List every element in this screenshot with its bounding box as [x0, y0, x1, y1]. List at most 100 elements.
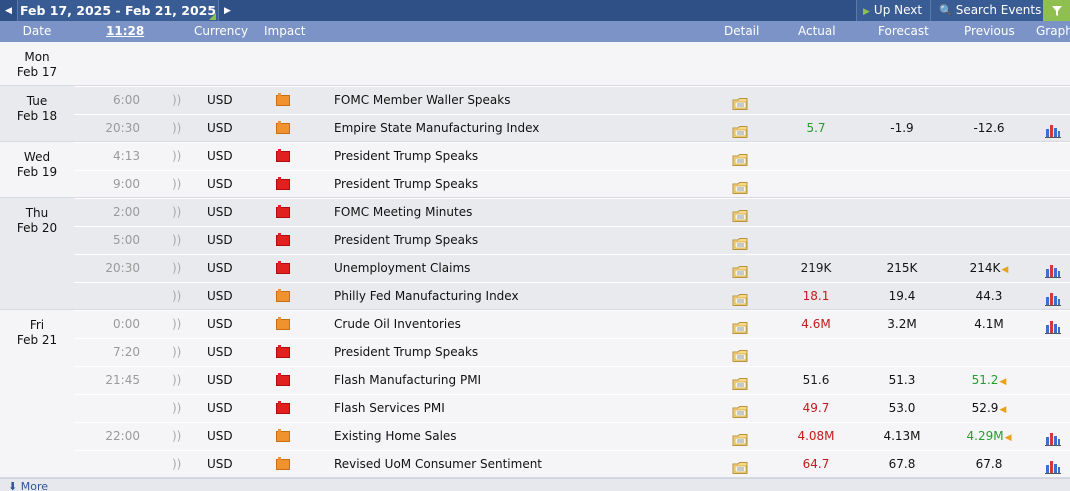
impact-folder-icon[interactable]	[276, 401, 290, 414]
up-next-button[interactable]: ▶ Up Next	[856, 0, 930, 21]
event-row[interactable]: 21:45)) USD Flash Manufacturing PMI 51.6 51.…	[74, 366, 1070, 394]
detail-folder-icon[interactable]	[732, 122, 749, 138]
sound-alert-icon[interactable]: ))	[172, 171, 184, 198]
column-actual: Actual	[798, 24, 836, 38]
impact-folder-icon[interactable]	[276, 345, 290, 358]
impact-folder-icon[interactable]	[276, 205, 290, 218]
sound-alert-icon[interactable]: ))	[172, 143, 184, 170]
sound-alert-icon[interactable]: ))	[172, 199, 184, 226]
detail-folder-icon[interactable]	[732, 150, 749, 166]
sound-alert-icon[interactable]: ))	[172, 115, 184, 142]
event-actual: 64.7	[802, 457, 830, 471]
bar-chart-icon[interactable]	[1045, 317, 1061, 334]
event-row[interactable]: 2:00)) USD FOMC Meeting Minutes	[74, 198, 1070, 226]
chevron-left-icon[interactable]: ◀	[0, 0, 18, 21]
event-row[interactable]: 22:00)) USD Existing Home Sales 4.08M 4.13M 4…	[74, 422, 1070, 450]
impact-folder-icon[interactable]	[276, 233, 290, 246]
event-currency: USD	[207, 373, 233, 387]
chevron-right-icon[interactable]: ▶	[218, 0, 236, 21]
bar-chart-icon[interactable]	[1045, 261, 1061, 278]
event-previous-cell: 4.29M◀	[956, 423, 1022, 452]
bar-chart-icon[interactable]	[1045, 429, 1061, 446]
event-row[interactable]: )) USD Flash Services PMI 49.7 53.0 52.9◀	[74, 394, 1070, 422]
detail-folder-icon[interactable]	[732, 402, 749, 418]
event-row[interactable]: 7:20)) USD President Trump Speaks	[74, 338, 1070, 366]
day-weekday: Wed	[23, 150, 51, 164]
detail-folder-icon[interactable]	[732, 318, 749, 334]
impact-folder-icon[interactable]	[276, 177, 290, 190]
event-title[interactable]: Flash Services PMI	[334, 395, 445, 422]
event-previous: 44.3	[975, 289, 1003, 303]
event-actual: 18.1	[802, 289, 830, 303]
detail-folder-icon[interactable]	[732, 234, 749, 250]
detail-folder-icon[interactable]	[732, 206, 749, 222]
event-title[interactable]: FOMC Meeting Minutes	[334, 199, 472, 226]
event-title[interactable]: Revised UoM Consumer Sentiment	[334, 451, 542, 478]
event-title[interactable]: Flash Manufacturing PMI	[334, 367, 481, 394]
event-row[interactable]: 6:00)) USD FOMC Member Waller Speaks	[74, 86, 1070, 114]
day-label: Mon Feb 17	[0, 42, 74, 80]
sound-alert-icon[interactable]: ))	[172, 227, 184, 254]
event-title[interactable]: Crude Oil Inventories	[334, 311, 461, 338]
event-title[interactable]: FOMC Member Waller Speaks	[334, 87, 511, 114]
event-row[interactable]: 20:30)) USD Empire State Manufacturing Ind…	[74, 114, 1070, 142]
more-link[interactable]: ⬇ More	[8, 480, 48, 491]
detail-folder-icon[interactable]	[732, 94, 749, 110]
detail-folder-icon[interactable]	[732, 458, 749, 474]
revised-arrow-icon: ◀	[999, 405, 1007, 415]
day-weekday: Fri	[29, 318, 45, 332]
event-row[interactable]: 20:30)) USD Unemployment Claims 219K 215K 214…	[74, 254, 1070, 282]
event-title[interactable]: President Trump Speaks	[334, 339, 478, 366]
event-row[interactable]: )) USD Philly Fed Manufacturing Index 18.1 1…	[74, 282, 1070, 310]
event-row[interactable]: 0:00)) USD Crude Oil Inventories 4.6M 3.2M 4.…	[74, 310, 1070, 338]
event-actual: 219K	[800, 261, 832, 275]
sound-alert-icon[interactable]: ))	[172, 395, 184, 422]
impact-folder-icon[interactable]	[276, 317, 290, 330]
event-currency: USD	[207, 345, 233, 359]
detail-folder-icon[interactable]	[732, 374, 749, 390]
event-title[interactable]: President Trump Speaks	[334, 171, 478, 198]
sound-alert-icon[interactable]: ))	[172, 283, 184, 310]
impact-folder-icon[interactable]	[276, 93, 290, 106]
detail-folder-icon[interactable]	[732, 290, 749, 306]
event-previous: 4.29M	[966, 429, 1004, 443]
sound-alert-icon[interactable]: ))	[172, 367, 184, 394]
bar-chart-icon[interactable]	[1045, 121, 1061, 138]
sound-alert-icon[interactable]: ))	[172, 423, 184, 450]
event-row[interactable]: 9:00)) USD President Trump Speaks	[74, 170, 1070, 198]
search-events-button[interactable]: 🔍 Search Events	[930, 0, 1043, 21]
impact-folder-icon[interactable]	[276, 121, 290, 134]
sound-alert-icon[interactable]: ))	[172, 339, 184, 366]
impact-folder-icon[interactable]	[276, 149, 290, 162]
impact-folder-icon[interactable]	[276, 289, 290, 302]
detail-folder-icon[interactable]	[732, 178, 749, 194]
impact-folder-icon[interactable]	[276, 261, 290, 274]
event-previous-cell: -12.6	[956, 115, 1022, 142]
event-title[interactable]: Empire State Manufacturing Index	[334, 115, 539, 142]
event-title[interactable]: Unemployment Claims	[334, 255, 470, 282]
detail-folder-icon[interactable]	[732, 346, 749, 362]
event-row[interactable]: 4:13)) USD President Trump Speaks	[74, 142, 1070, 170]
detail-folder-icon[interactable]	[732, 262, 749, 278]
current-time-link[interactable]: 11:28	[106, 21, 144, 42]
event-title[interactable]: Philly Fed Manufacturing Index	[334, 283, 519, 310]
date-range-label[interactable]: Feb 17, 2025 - Feb 21, 2025	[18, 0, 218, 21]
sound-alert-icon[interactable]: ))	[172, 87, 184, 114]
event-row[interactable]: )) USD Revised UoM Consumer Sentiment 64.7 6…	[74, 450, 1070, 478]
bar-chart-icon[interactable]	[1045, 289, 1061, 306]
filter-icon[interactable]	[1043, 0, 1070, 21]
column-currency: Currency	[194, 24, 249, 38]
bar-chart-icon[interactable]	[1045, 457, 1061, 474]
event-title[interactable]: President Trump Speaks	[334, 227, 478, 254]
event-title[interactable]: President Trump Speaks	[334, 143, 478, 170]
detail-folder-icon[interactable]	[732, 430, 749, 446]
impact-folder-icon[interactable]	[276, 429, 290, 442]
impact-folder-icon[interactable]	[276, 373, 290, 386]
sound-alert-icon[interactable]: ))	[172, 255, 184, 282]
event-title[interactable]: Existing Home Sales	[334, 423, 457, 450]
day-date: Feb 17	[16, 65, 58, 79]
sound-alert-icon[interactable]: ))	[172, 451, 184, 478]
event-row[interactable]: 5:00)) USD President Trump Speaks	[74, 226, 1070, 254]
impact-folder-icon[interactable]	[276, 457, 290, 470]
sound-alert-icon[interactable]: ))	[172, 311, 184, 338]
